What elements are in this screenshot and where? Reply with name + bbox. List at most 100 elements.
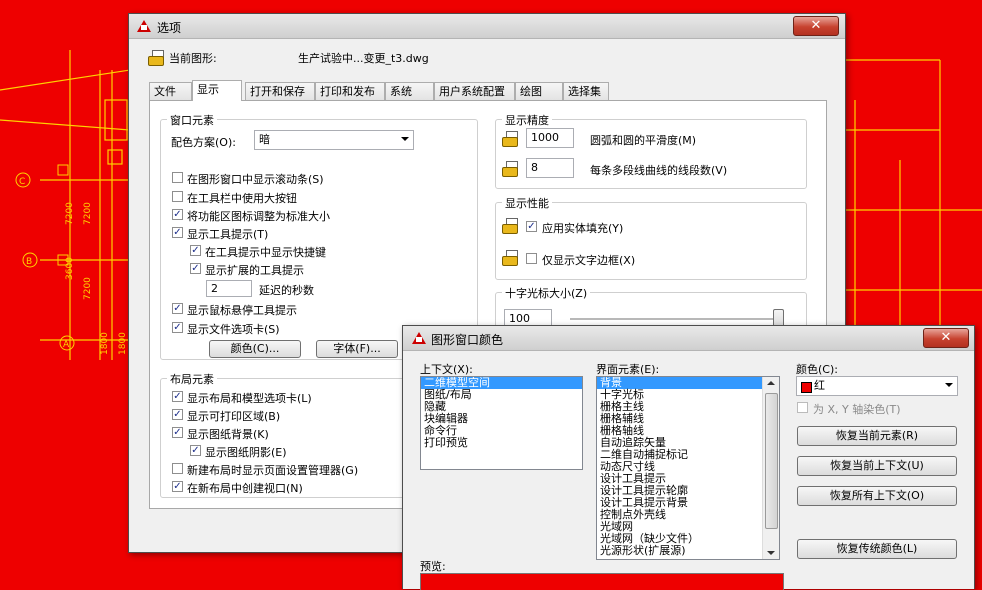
scroll-thumb[interactable]: [765, 393, 778, 529]
tab-display[interactable]: 显示: [192, 80, 242, 101]
dimension-label: 3600: [65, 257, 75, 280]
polyline-segments-value: 8: [531, 161, 538, 174]
close-icon: ✕: [940, 330, 952, 345]
text-boundary-checkbox[interactable]: [526, 253, 537, 264]
layout-model-tabs-checkbox[interactable]: ✓: [172, 391, 183, 402]
extended-tooltips-checkbox[interactable]: ✓: [190, 263, 201, 274]
scrollbars-checkbox[interactable]: [172, 172, 183, 183]
arc-smoothness-label: 圆弧和圆的平滑度(M): [590, 134, 697, 147]
file-tabs-checkbox[interactable]: ✓: [172, 322, 183, 333]
crosshair-size-title: 十字光标大小(Z): [502, 285, 591, 301]
interface-element-scrollbar[interactable]: [762, 377, 779, 559]
drawing-saved-icon: [502, 130, 518, 147]
drawing-saved-icon: [502, 217, 518, 234]
tint-xy-checkbox[interactable]: [797, 402, 808, 413]
colors-titlebar[interactable]: 图形窗口颜色 ✕: [403, 326, 974, 351]
drawing-icon: [148, 49, 164, 66]
dimension-label: 7200: [83, 277, 93, 300]
shortcut-keys-label: 在工具提示中显示快捷键: [205, 246, 326, 259]
ribbon-icons-checkbox[interactable]: ✓: [172, 209, 183, 220]
window-elements-group: 窗口元素 配色方案(O): 暗 在图形窗口中显示滚动条(S) 在工具栏中使用大按…: [160, 112, 478, 360]
scroll-up-icon[interactable]: [767, 381, 775, 385]
restore-current-context-button[interactable]: 恢复当前上下文(U): [797, 456, 957, 476]
shortcut-keys-checkbox[interactable]: ✓: [190, 245, 201, 256]
large-buttons-checkbox[interactable]: [172, 191, 183, 202]
color-scheme-value: 暗: [259, 133, 270, 146]
rollover-tooltips-checkbox[interactable]: ✓: [172, 303, 183, 314]
dimension-label: 7200: [83, 202, 93, 225]
extended-tooltips-label: 显示扩展的工具提示: [205, 264, 304, 277]
create-viewport-checkbox[interactable]: ✓: [172, 481, 183, 492]
layout-model-tabs-label: 显示布局和模型选项卡(L): [187, 392, 312, 405]
paper-background-checkbox[interactable]: ✓: [172, 427, 183, 438]
tab-selection[interactable]: 选择集: [563, 82, 609, 100]
paper-background-label: 显示图纸背景(K): [187, 428, 269, 441]
paper-shadow-label: 显示图纸阴影(E): [205, 446, 287, 459]
current-drawing-label: 当前图形:: [169, 52, 217, 65]
paper-shadow-checkbox[interactable]: ✓: [190, 445, 201, 456]
close-button[interactable]: ✕: [923, 328, 969, 348]
preview-area: [420, 573, 784, 590]
polyline-segments-label: 每条多段线曲线的线段数(V): [590, 164, 728, 177]
close-icon: ✕: [810, 18, 822, 33]
grid-marker-label: A: [63, 340, 70, 350]
restore-classic-colors-button[interactable]: 恢复传统颜色(L): [797, 539, 957, 559]
drawing-saved-icon: [502, 249, 518, 266]
layout-elements-title: 布局元素: [167, 371, 217, 387]
tint-xy-label: 为 X, Y 轴染色(T): [813, 403, 901, 416]
printable-area-checkbox[interactable]: ✓: [172, 409, 183, 420]
interface-element-item[interactable]: 光源形状(扩展源): [597, 545, 763, 557]
grid-marker-label: B: [26, 257, 32, 267]
large-buttons-label: 在工具栏中使用大按钮: [187, 192, 297, 205]
context-list[interactable]: 二维模型空间 图纸/布局 隐藏 块编辑器 命令行 打印预览: [420, 376, 583, 470]
ribbon-icons-label: 将功能区图标调整为标准大小: [187, 210, 330, 223]
tab-user-preferences[interactable]: 用户系统配置: [434, 82, 515, 100]
tooltips-checkbox[interactable]: ✓: [172, 227, 183, 238]
create-viewport-label: 在新布局中创建视口(N): [187, 482, 303, 495]
interface-element-list[interactable]: 背景 十字光标 栅格主线 栅格辅线 栅格轴线 自动追踪矢量 二维自动捕捉标记 动…: [596, 376, 780, 560]
window-elements-title: 窗口元素: [167, 112, 217, 128]
grid-marker-label: C: [19, 177, 25, 187]
printable-area-label: 显示可打印区域(B): [187, 410, 281, 423]
tab-system[interactable]: 系统: [385, 82, 434, 100]
delay-seconds-input[interactable]: 2: [206, 280, 252, 297]
color-label: 颜色(C):: [796, 363, 838, 376]
color-value: 红: [814, 379, 825, 392]
colors-button[interactable]: 颜色(C)...: [209, 340, 301, 358]
color-scheme-label: 配色方案(O):: [171, 136, 236, 149]
restore-current-element-button[interactable]: 恢复当前元素(R): [797, 426, 957, 446]
solid-fill-checkbox[interactable]: ✓: [526, 221, 537, 232]
color-select[interactable]: 红: [796, 376, 958, 396]
dimension-label: 7200: [65, 202, 75, 225]
arc-smoothness-input[interactable]: 1000: [526, 128, 574, 148]
colors-dialog-title: 图形窗口颜色: [431, 333, 504, 347]
chevron-down-icon: [945, 383, 953, 387]
solid-fill-label: 应用实体填充(Y): [542, 222, 624, 235]
context-item[interactable]: 打印预览: [421, 437, 582, 449]
tooltips-label: 显示工具提示(T): [187, 228, 269, 241]
restore-all-contexts-button[interactable]: 恢复所有上下文(O): [797, 486, 957, 506]
color-scheme-select[interactable]: 暗: [254, 130, 414, 150]
fonts-button[interactable]: 字体(F)...: [316, 340, 398, 358]
preview-label: 预览:: [420, 560, 446, 573]
autocad-logo-icon: [137, 20, 151, 32]
crosshair-slider-track[interactable]: [570, 309, 784, 330]
scroll-down-icon[interactable]: [767, 551, 775, 555]
page-setup-manager-label: 新建布局时显示页面设置管理器(G): [187, 464, 359, 477]
display-resolution-group: 显示精度 1000 圆弧和圆的平滑度(M) 8 每条多段线曲线的线段数(V): [495, 112, 807, 189]
color-swatch: [801, 382, 812, 393]
tab-plot-publish[interactable]: 打印和发布: [315, 82, 385, 100]
text-boundary-label: 仅显示文字边框(X): [542, 254, 636, 267]
tab-files[interactable]: 文件: [149, 82, 192, 100]
display-performance-title: 显示性能: [502, 195, 552, 211]
dimension-label: 1800: [100, 332, 110, 355]
options-titlebar[interactable]: 选项 ✕: [129, 14, 845, 39]
dimension-label: 1800: [118, 332, 128, 355]
tab-drafting[interactable]: 绘图: [515, 82, 563, 100]
close-button[interactable]: ✕: [793, 16, 839, 36]
current-drawing-value: 生产试验中...变更_t3.dwg: [298, 52, 429, 65]
page-setup-manager-checkbox[interactable]: [172, 463, 183, 474]
polyline-segments-input[interactable]: 8: [526, 158, 574, 178]
tab-open-save[interactable]: 打开和保存: [245, 82, 315, 100]
context-label: 上下文(X):: [420, 363, 473, 376]
